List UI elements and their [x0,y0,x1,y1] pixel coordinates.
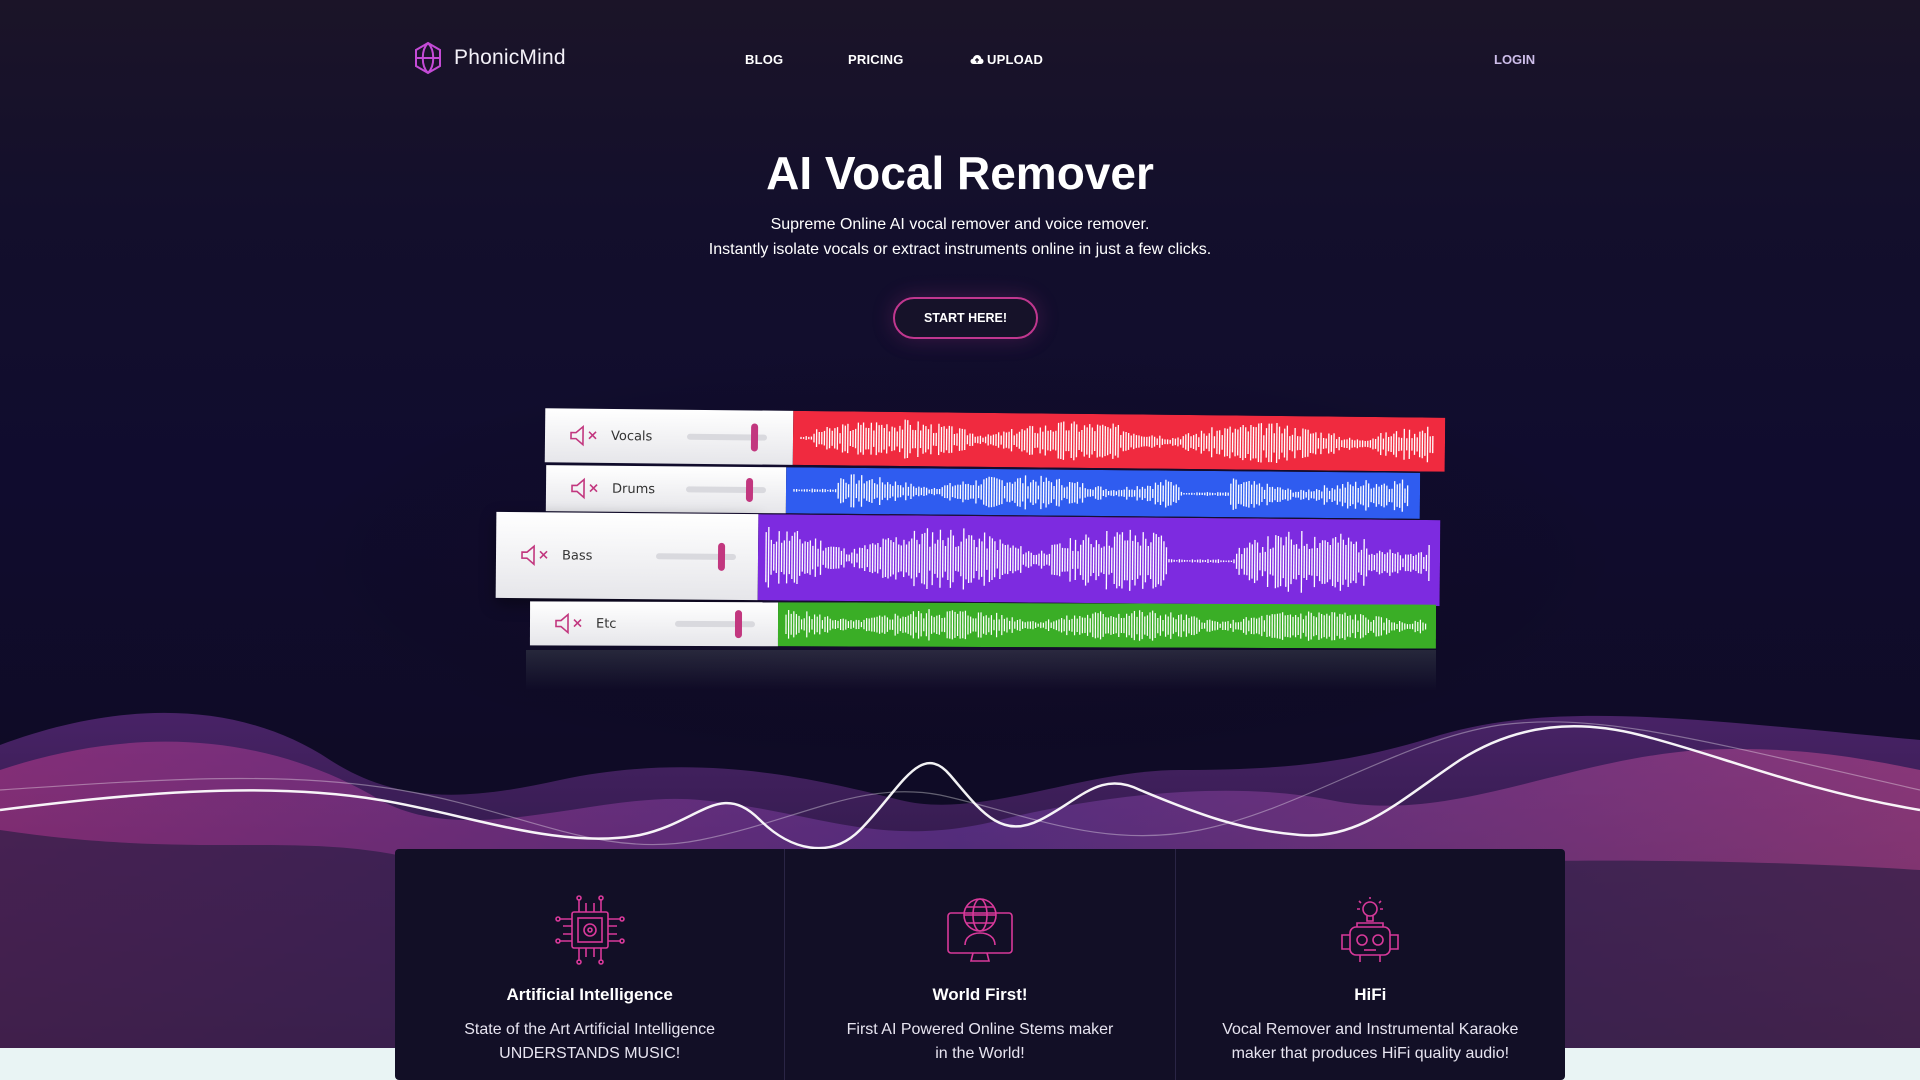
hero-subtitle: Supreme Online AI vocal remover and voic… [0,212,1920,262]
feature-text-hifi-line-2: maker that produces HiFi quality audio! [1231,1045,1510,1062]
stem-label-drums: Drums [611,481,656,497]
feature-cards: Artificial Intelligence State of the Art… [395,849,1565,1080]
feature-text-hifi: Vocal Remover and Instrumental Karaoke m… [1216,1018,1525,1066]
slider-track [674,620,756,628]
stem-drums: Drums [545,465,1421,519]
volume-slider-bass[interactable] [717,542,726,571]
phonicmind-logo-icon [415,41,441,75]
feature-title-world-first: World First! [932,985,1028,1004]
waveform-vocals [792,410,1446,472]
stem-label-vocals: Vocals [610,428,653,444]
feature-text-world-first-line-1: First AI Powered Online Stems maker [846,1021,1114,1038]
feature-title-hifi: HiFi [1354,985,1387,1004]
slider-track [685,486,767,494]
chip-icon [554,895,625,965]
waveform-etc [777,602,1437,649]
volume-slider-drums[interactable] [745,477,754,502]
nav-pricing[interactable]: PRICING [848,52,904,67]
nav-upload-label: UPLOAD [987,52,1044,67]
nav-blog[interactable]: BLOG [745,52,783,67]
waveform-bass [757,514,1441,607]
cloud-upload-icon [970,55,984,64]
nav-upload[interactable]: UPLOAD [970,52,1043,67]
feature-text-world-first-line-2: in the World! [935,1045,1025,1062]
stem-label-bass: Bass [561,547,593,564]
stem-label-etc: Etc [595,616,617,632]
globe-monitor-icon [947,898,1013,962]
mute-speaker-icon [521,544,548,566]
feature-text-world-first: First AI Powered Online Stems maker in t… [825,1018,1134,1066]
mute-speaker-icon [570,424,597,447]
feature-card-hifi: HiFi Vocal Remover and Instrumental Kara… [1176,849,1565,1080]
stem-vocals: Vocals [544,408,1446,472]
feature-card-world-first: World First! First AI Powered Online Ste… [785,849,1176,1080]
volume-slider-etc[interactable] [734,610,743,639]
header: PhonicMind BLOG PRICING UPLOAD LOGIN [0,0,1920,120]
mute-speaker-icon [571,477,598,500]
feature-text-hifi-line-1: Vocal Remover and Instrumental Karaoke [1222,1021,1519,1038]
login-link[interactable]: LOGIN [1494,52,1535,67]
volume-slider-vocals[interactable] [750,423,759,452]
logo[interactable]: PhonicMind [410,40,566,76]
start-here-button[interactable]: START HERE! [893,297,1038,339]
stems-reflection [526,650,1436,690]
feature-card-ai: Artificial Intelligence State of the Art… [395,849,786,1080]
hero-title: AI Vocal Remover [766,147,1154,199]
mute-speaker-icon [555,612,582,635]
stem-etc: Etc [529,601,1437,649]
feature-text-ai-line-2: UNDERSTANDS MUSIC! [499,1045,681,1062]
stem-bass: Bass [495,511,1441,607]
robot-icon [1341,897,1400,962]
waveform-drums [785,467,1421,519]
feature-text-ai: State of the Art Artificial Intelligence… [435,1018,744,1066]
hero-subtitle-line-1: Supreme Online AI vocal remover and voic… [770,216,1150,233]
feature-text-ai-line-1: State of the Art Artificial Intelligence [464,1021,716,1038]
hero-subtitle-line-2: Instantly isolate vocals or extract inst… [708,241,1212,258]
brand-name: PhonicMind [454,46,566,69]
feature-title-ai: Artificial Intelligence [506,985,673,1004]
